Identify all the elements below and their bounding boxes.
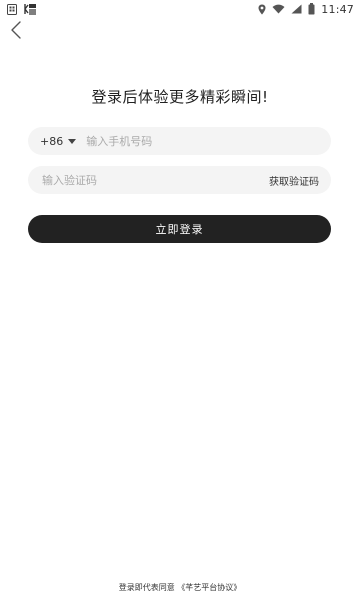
country-code-selector[interactable]: +86 (40, 134, 77, 148)
phone-field: +86 (28, 127, 331, 155)
battery-icon (308, 3, 315, 15)
login-button-label: 立即登录 (155, 223, 204, 236)
chevron-left-icon (10, 21, 22, 39)
wifi-icon (272, 4, 285, 14)
phone-input[interactable] (84, 133, 319, 149)
status-bar-right: 11:47 (258, 3, 354, 16)
login-screen: 11:47 登录后体验更多精彩瞬间! +86 获取验证码 立即登录 登录即代表同… (0, 0, 360, 600)
signal-icon (291, 4, 302, 14)
sim-card-icon (7, 3, 17, 15)
agreement-text: 登录即代表同意 《芊艺平台协议》 (0, 582, 360, 593)
country-code-label: +86 (40, 134, 64, 148)
notification-icon (23, 3, 37, 15)
verification-code-input[interactable] (40, 172, 261, 188)
status-bar-left (7, 3, 37, 15)
location-icon (258, 4, 266, 15)
status-time: 11:47 (321, 2, 354, 16)
verification-code-field: 获取验证码 (28, 166, 331, 194)
agreement-prefix: 登录即代表同意 (118, 583, 175, 592)
page-title: 登录后体验更多精彩瞬间! (91, 88, 269, 106)
caret-down-icon (68, 138, 77, 144)
agreement-link[interactable]: 《芊艺平台协议》 (177, 583, 241, 592)
status-bar: 11:47 (0, 0, 360, 18)
login-button[interactable]: 立即登录 (28, 215, 331, 243)
back-button[interactable] (6, 20, 26, 40)
get-code-button[interactable]: 获取验证码 (269, 173, 319, 188)
